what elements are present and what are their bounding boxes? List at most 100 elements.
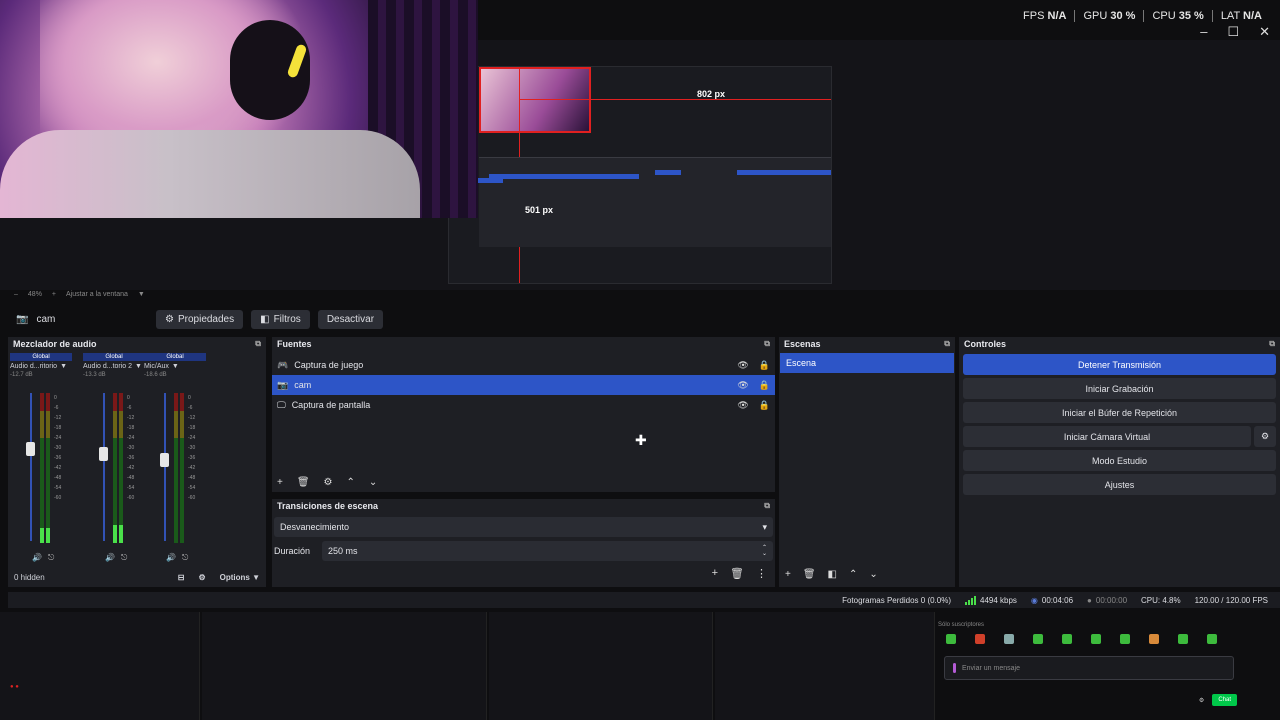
fit-window-button[interactable]: Ajustar a la ventana — [66, 291, 128, 298]
transition-select[interactable]: Desvanecimiento ▾ — [274, 517, 773, 537]
lock-icon[interactable]: 🔒 — [759, 400, 770, 411]
monitor-icon[interactable]: ⎋ — [121, 553, 127, 563]
scale-tick: -36 — [54, 455, 62, 461]
monitor-icon[interactable]: ⎋ — [182, 553, 188, 563]
speaker-icon[interactable]: 🔊 — [166, 553, 176, 563]
preview-cam-source[interactable] — [479, 67, 591, 133]
add-source-icon[interactable]: + — [277, 477, 283, 488]
stream-timer: ◉ 00:04:06 — [1030, 595, 1074, 605]
measure-vertical: 501 px — [525, 205, 554, 215]
scale-tick: -48 — [188, 475, 196, 481]
mixer-footer: 0 hidden ⊟ ⚙ Options ▼ — [8, 569, 266, 585]
eye-icon[interactable]: 👁 — [737, 380, 748, 391]
layout-icon[interactable]: ⊟ — [178, 573, 185, 582]
chat-send-button[interactable]: Chat — [1212, 694, 1237, 706]
scene-filters-icon[interactable]: ◧ — [828, 569, 837, 580]
advanced-audio-icon[interactable]: ⚙ — [198, 573, 205, 582]
chevron-down-icon[interactable]: ▼ — [172, 363, 179, 370]
fader-handle[interactable] — [26, 442, 35, 457]
add-scene-icon[interactable]: + — [785, 569, 791, 580]
emote-icon[interactable] — [1033, 634, 1043, 644]
stop-stream-button[interactable]: Detener Transmisión — [963, 354, 1276, 375]
remove-scene-icon[interactable]: 🗑 — [803, 569, 816, 580]
chevron-down-icon[interactable]: ▼ — [60, 363, 67, 370]
move-down-icon[interactable]: ⌄ — [869, 569, 877, 580]
program-preview[interactable]: 802 px 501 px — [448, 66, 832, 284]
chat-settings-icon[interactable]: ⚙ — [1199, 697, 1204, 704]
lock-icon[interactable]: 🔒 — [759, 360, 770, 371]
settings-button[interactable]: Ajustes — [963, 474, 1276, 495]
emote-icon[interactable] — [946, 634, 956, 644]
emote-icon[interactable] — [975, 634, 985, 644]
emote-icon[interactable] — [1091, 634, 1101, 644]
undock-icon[interactable]: ⧉ — [255, 339, 261, 349]
move-down-icon[interactable]: ⌄ — [369, 477, 377, 488]
properties-button[interactable]: ⚙ Propiedades — [156, 309, 244, 329]
chat-badge-icon — [953, 663, 956, 673]
eye-icon[interactable]: 👁 — [737, 360, 748, 371]
speaker-icon[interactable]: 🔊 — [105, 553, 115, 563]
eye-icon[interactable]: 👁 — [737, 400, 748, 411]
speaker-icon[interactable]: 🔊 — [32, 553, 42, 563]
fader-handle[interactable] — [160, 452, 169, 467]
minimize-icon[interactable]: – — [1200, 24, 1207, 40]
remove-source-icon[interactable]: 🗑 — [297, 477, 310, 488]
source-properties-icon[interactable]: ⚙ — [324, 477, 333, 488]
emote-icon[interactable] — [1207, 634, 1217, 644]
deactivate-button[interactable]: Desactivar — [317, 309, 384, 329]
source-item[interactable]: 📷 cam 👁 🔒 — [272, 375, 775, 395]
lock-icon[interactable]: 🔒 — [759, 380, 770, 391]
studio-mode-button[interactable]: Modo Estudio — [963, 450, 1276, 471]
options-button[interactable]: Options ▼ — [220, 573, 260, 582]
duration-input[interactable]: 250 ms ⌃ ⌄ — [322, 541, 773, 561]
channel-global-badge: Global — [10, 353, 72, 361]
source-item[interactable]: 🖵 Captura de pantalla 👁 🔒 — [272, 395, 775, 415]
scenes-footer: + 🗑 ◧ ⌃ ⌄ — [785, 569, 878, 580]
virtualcam-settings-gear-icon[interactable]: ⚙ — [1254, 426, 1276, 447]
channel-name[interactable]: Audio d...torio 2 ▼ — [83, 363, 145, 370]
channel-name[interactable]: Audio d...ritorio ▼ — [10, 363, 72, 370]
start-recording-button[interactable]: Iniciar Grabación — [963, 378, 1276, 399]
maximize-icon[interactable]: ☐ — [1227, 24, 1239, 40]
emote-icon[interactable] — [1004, 634, 1014, 644]
close-icon[interactable]: ✕ — [1259, 24, 1270, 40]
hidden-count: 0 hidden — [14, 572, 45, 582]
undock-icon[interactable]: ⧉ — [944, 339, 950, 349]
channel-name[interactable]: Mic/Aux ▼ — [144, 363, 206, 370]
chevron-down-icon[interactable]: ▼ — [138, 291, 145, 298]
nested-obs-screenshot — [463, 157, 831, 247]
source-item[interactable]: 🎮 Captura de juego 👁 🔒 — [272, 355, 775, 375]
add-transition-icon[interactable]: + — [712, 567, 718, 580]
remove-transition-icon[interactable]: 🗑 — [730, 567, 744, 580]
emote-icon[interactable] — [1149, 634, 1159, 644]
chevron-down-icon[interactable]: ▼ — [135, 363, 142, 370]
undock-icon[interactable]: ⧉ — [764, 501, 770, 511]
zoom-out-icon[interactable]: – — [14, 291, 18, 298]
emote-icon[interactable] — [1178, 634, 1188, 644]
emote-icon[interactable] — [1120, 634, 1130, 644]
audio-mixer-dock: Mezclador de audio ⧉ Global Audio d...rit… — [8, 337, 266, 587]
more-icon[interactable]: ⋮ — [756, 567, 767, 580]
source-name: Captura de juego — [294, 360, 364, 370]
zoom-in-icon[interactable]: + — [52, 291, 56, 298]
undock-icon[interactable]: ⧉ — [764, 339, 770, 349]
scene-item[interactable]: Escena — [780, 353, 954, 373]
move-up-icon[interactable]: ⌃ — [849, 569, 857, 580]
volume-fader[interactable] — [103, 393, 105, 541]
volume-fader[interactable] — [164, 393, 166, 541]
scale-tick: -36 — [188, 455, 196, 461]
chat-mode-label: Sólo suscriptores — [938, 622, 985, 628]
undock-icon[interactable]: ⧉ — [1269, 339, 1275, 349]
start-virtual-camera-button[interactable]: Iniciar Cámara Virtual — [963, 426, 1251, 447]
monitor-icon[interactable]: ⎋ — [48, 553, 54, 563]
spin-icon[interactable]: ⌃ ⌄ — [762, 545, 767, 557]
start-replay-buffer-button[interactable]: Iniciar el Búfer de Repetición — [963, 402, 1276, 423]
emote-icon[interactable] — [1062, 634, 1072, 644]
move-up-icon[interactable]: ⌃ — [347, 477, 355, 488]
chat-input[interactable]: Enviar un mensaje — [944, 656, 1234, 680]
measure-horizontal: 802 px — [697, 89, 726, 99]
filters-button[interactable]: ◧ Filtros — [251, 309, 310, 329]
level-meter-right — [46, 393, 50, 543]
volume-fader[interactable] — [30, 393, 32, 541]
fader-handle[interactable] — [99, 446, 108, 461]
